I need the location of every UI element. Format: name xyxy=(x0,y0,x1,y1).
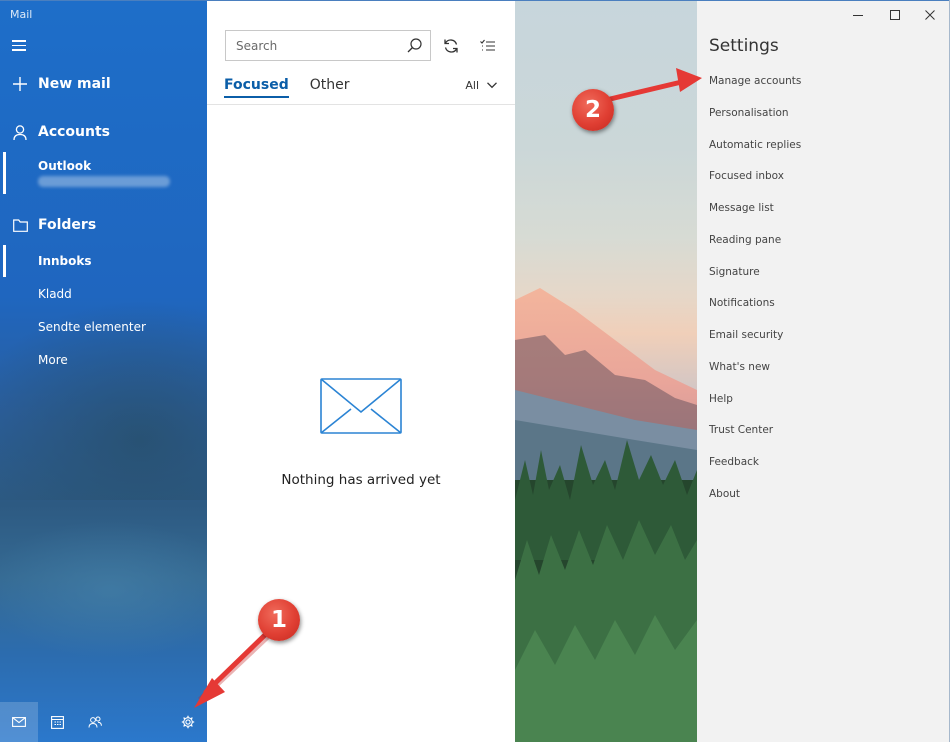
annotation-arrows xyxy=(194,68,702,708)
step-1-badge: 1 xyxy=(258,599,300,641)
arrow-to-manage-accounts xyxy=(605,77,691,103)
step-2-badge: 2 xyxy=(572,89,614,131)
